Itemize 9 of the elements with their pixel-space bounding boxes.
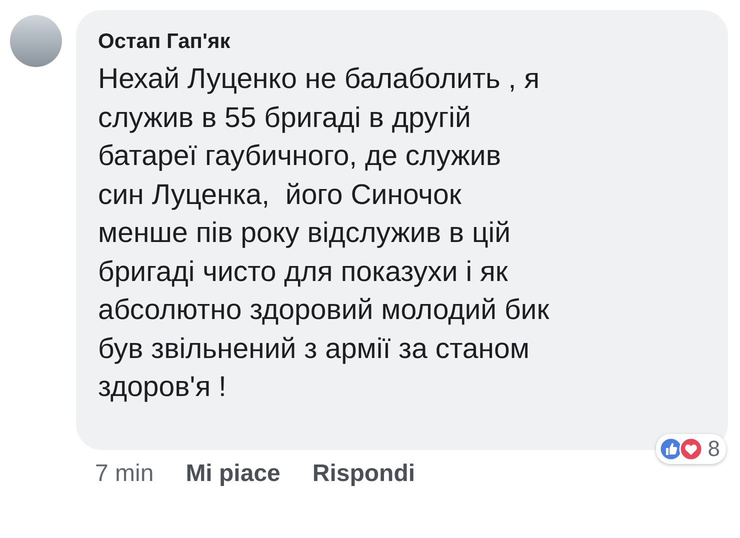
comment-time: 7 min bbox=[95, 460, 154, 488]
reaction-count: 8 bbox=[708, 436, 720, 462]
like-icon bbox=[658, 437, 683, 461]
author-name[interactable]: Остап Гап'як bbox=[98, 30, 708, 54]
reactions-badge[interactable]: 8 bbox=[656, 434, 726, 464]
action-link[interactable]: Mi piace bbox=[186, 460, 280, 488]
comment-text: Нехай Луценко не балаболить , я служив в 55 бригаді в другій батареї гаубичного, де служив син Луценка, його Синочок менше пів року відслужив в цій бригаді чисто для показухи і як абсолютно здоровий молодий бик був звільнений з армії за станом здоров'я ! bbox=[98, 62, 550, 405]
action-link[interactable]: Rispondi bbox=[312, 460, 416, 488]
avatar-photo-placeholder[interactable] bbox=[10, 15, 62, 67]
